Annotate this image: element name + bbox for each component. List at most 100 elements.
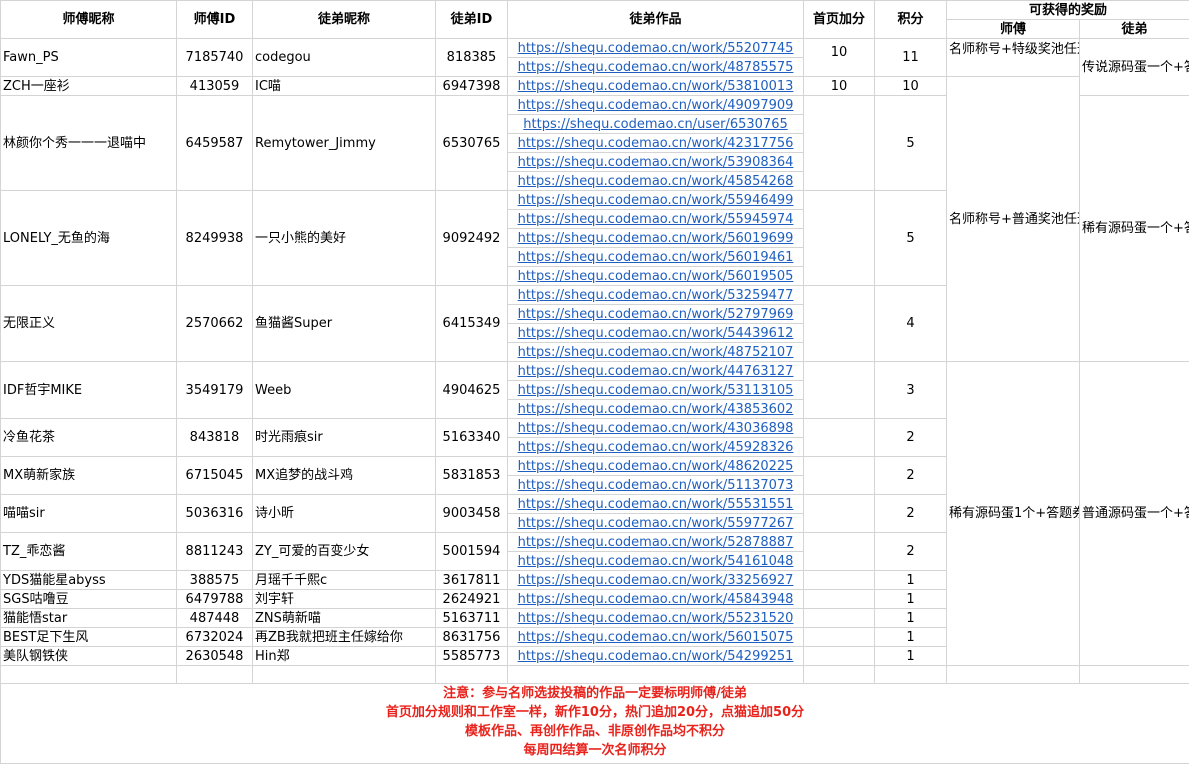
work-link[interactable]: https://shequ.codemao.cn/work/56019699 <box>518 231 794 246</box>
points-value: 2 <box>874 456 947 495</box>
work-link[interactable]: https://shequ.codemao.cn/work/53259477 <box>518 288 794 303</box>
work-link[interactable]: https://shequ.codemao.cn/work/48752107 <box>518 345 794 360</box>
work-link[interactable]: https://shequ.codemao.cn/work/55231520 <box>518 611 794 626</box>
reward-master: 稀有源码蛋1个+答题券5张 <box>946 361 1080 666</box>
master-nickname: 林颜你个秀一一一退喵中 <box>0 95 177 191</box>
work-link-cell: https://shequ.codemao.cn/work/44763127 <box>507 361 804 381</box>
empty-cell <box>803 665 875 684</box>
work-link[interactable]: https://shequ.codemao.cn/work/45928326 <box>518 440 794 455</box>
master-id: 6732024 <box>176 627 253 647</box>
master-id: 3549179 <box>176 361 253 419</box>
apprentice-id: 5163711 <box>435 608 508 628</box>
apprentice-id: 5831853 <box>435 456 508 495</box>
homepage-bonus <box>803 456 875 495</box>
apprentice-nickname: 刘宇轩 <box>252 589 436 609</box>
homepage-bonus <box>803 589 875 609</box>
work-link-cell: https://shequ.codemao.cn/work/33256927 <box>507 570 804 590</box>
homepage-bonus <box>803 627 875 647</box>
master-id: 843818 <box>176 418 253 457</box>
points-value: 2 <box>874 532 947 571</box>
table-row: Fawn_PS 7185740 codegou 818385 https://shequ… <box>0 38 1189 96</box>
points-value: 1 <box>874 589 947 609</box>
work-link[interactable]: https://shequ.codemao.cn/work/55207745 <box>518 41 794 56</box>
master-nickname: SGS咕噜豆 <box>0 589 177 609</box>
apprentice-id: 5001594 <box>435 532 508 571</box>
work-link[interactable]: https://shequ.codemao.cn/work/48785575 <box>518 60 794 75</box>
work-link[interactable]: https://shequ.codemao.cn/work/43853602 <box>518 402 794 417</box>
apprentice-id: 6947398 <box>435 76 508 96</box>
points-value: 5 <box>874 95 947 191</box>
work-link[interactable]: https://shequ.codemao.cn/work/54439612 <box>518 326 794 341</box>
work-link[interactable]: https://shequ.codemao.cn/work/49097909 <box>518 98 794 113</box>
homepage-bonus <box>803 608 875 628</box>
work-link-cell: https://shequ.codemao.cn/work/48752107 <box>507 342 804 362</box>
work-link[interactable]: https://shequ.codemao.cn/work/45854268 <box>518 174 794 189</box>
apprentice-id: 9092492 <box>435 190 508 286</box>
work-link[interactable]: https://shequ.codemao.cn/user/6530765 <box>523 117 787 132</box>
master-id: 7185740 <box>176 38 253 77</box>
header-homepage-bonus: 首页加分 <box>803 0 875 39</box>
master-nickname: BEST足下生风 <box>0 627 177 647</box>
reward-apprentice: 传说源码蛋一个+答题券5张 <box>1078 38 1189 96</box>
apprentice-id: 818385 <box>435 38 508 77</box>
apprentice-nickname: ZNS萌新喵 <box>252 608 436 628</box>
homepage-bonus: 10 <box>803 38 875 77</box>
work-link-cell: https://shequ.codemao.cn/work/48620225 <box>507 456 804 476</box>
work-link[interactable]: https://shequ.codemao.cn/work/55946499 <box>518 193 794 208</box>
master-id: 6459587 <box>176 95 253 191</box>
master-nickname: 无限正义 <box>0 285 177 362</box>
work-link-cell: https://shequ.codemao.cn/work/54299251 <box>507 646 804 666</box>
points-value: 2 <box>874 418 947 457</box>
work-link-cell: https://shequ.codemao.cn/work/54439612 <box>507 323 804 343</box>
homepage-bonus <box>803 494 875 533</box>
work-link[interactable]: https://shequ.codemao.cn/work/55531551 <box>518 497 794 512</box>
apprentice-nickname: 月瑶千千熙c <box>252 570 436 590</box>
work-link[interactable]: https://shequ.codemao.cn/work/45843948 <box>518 592 794 607</box>
work-link[interactable]: https://shequ.codemao.cn/work/56015075 <box>518 630 794 645</box>
work-link[interactable]: https://shequ.codemao.cn/work/52878887 <box>518 535 794 550</box>
work-link[interactable]: https://shequ.codemao.cn/work/56019461 <box>518 250 794 265</box>
work-link[interactable]: https://shequ.codemao.cn/work/51137073 <box>518 478 794 493</box>
master-nickname: IDF哲宇MIKE <box>0 361 177 419</box>
work-link[interactable]: https://shequ.codemao.cn/work/53113105 <box>518 383 794 398</box>
header-apprentice-id: 徒弟ID <box>435 0 508 39</box>
work-link[interactable]: https://shequ.codemao.cn/work/53810013 <box>518 79 794 94</box>
work-link-cell: https://shequ.codemao.cn/work/53259477 <box>507 285 804 305</box>
work-link[interactable]: https://shequ.codemao.cn/work/55977267 <box>518 516 794 531</box>
work-link[interactable]: https://shequ.codemao.cn/work/53908364 <box>518 155 794 170</box>
reward-master: 名师称号+普通奖池任选周边一份 <box>946 76 1080 362</box>
apprentice-nickname: codegou <box>252 38 436 77</box>
work-link[interactable]: https://shequ.codemao.cn/work/56019505 <box>518 269 794 284</box>
work-link[interactable]: https://shequ.codemao.cn/work/54161048 <box>518 554 794 569</box>
work-link-cell: https://shequ.codemao.cn/work/54161048 <box>507 551 804 571</box>
work-link[interactable]: https://shequ.codemao.cn/work/52797969 <box>518 307 794 322</box>
work-link[interactable]: https://shequ.codemao.cn/work/55945974 <box>518 212 794 227</box>
work-link[interactable]: https://shequ.codemao.cn/work/54299251 <box>518 649 794 664</box>
apprentice-nickname: IC喵 <box>252 76 436 96</box>
work-link[interactable]: https://shequ.codemao.cn/work/42317756 <box>518 136 794 151</box>
note-line: 注意：参与名师选拔投稿的作品一定要标明师傅/徒弟 <box>443 685 747 701</box>
empty-cell <box>435 665 508 684</box>
apprentice-nickname: Remytower_Jimmy <box>252 95 436 191</box>
work-link[interactable]: https://shequ.codemao.cn/work/33256927 <box>518 573 794 588</box>
work-link-cell: https://shequ.codemao.cn/work/56019461 <box>507 247 804 267</box>
work-link-cell: https://shequ.codemao.cn/work/55231520 <box>507 608 804 628</box>
header-rewards: 可获得的奖励 <box>945 0 1189 20</box>
table-row: IDF哲宇MIKE 3549179 Weeb 4904625 https://shequ… <box>0 361 1189 666</box>
work-link-cell: https://shequ.codemao.cn/work/45928326 <box>507 437 804 457</box>
master-id: 8811243 <box>176 532 253 571</box>
work-link-cell: https://shequ.codemao.cn/work/52878887 <box>507 532 804 552</box>
apprentice-id: 6530765 <box>435 95 508 191</box>
master-nickname: 喵喵sir <box>0 494 177 533</box>
work-link-cell: https://shequ.codemao.cn/work/55977267 <box>507 513 804 533</box>
points-value: 1 <box>874 570 947 590</box>
work-link[interactable]: https://shequ.codemao.cn/work/43036898 <box>518 421 794 436</box>
apprentice-id: 6415349 <box>435 285 508 362</box>
header-works: 徒弟作品 <box>507 0 804 39</box>
master-nickname: Fawn_PS <box>0 38 177 77</box>
apprentice-id: 2624921 <box>435 589 508 609</box>
work-link[interactable]: https://shequ.codemao.cn/work/48620225 <box>518 459 794 474</box>
work-link[interactable]: https://shequ.codemao.cn/work/44763127 <box>518 364 794 379</box>
master-id: 2570662 <box>176 285 253 362</box>
work-link-cell: https://shequ.codemao.cn/user/6530765 <box>507 114 804 134</box>
